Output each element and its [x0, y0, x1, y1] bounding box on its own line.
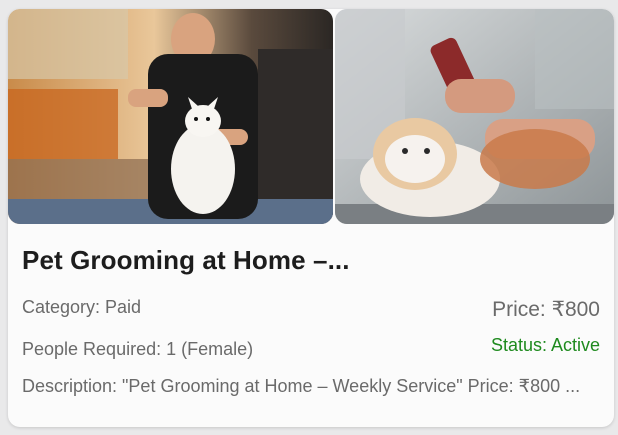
- listing-price: Price: ₹800: [492, 298, 600, 321]
- listing-photo-groomer-with-dog[interactable]: [8, 9, 333, 224]
- listing-image-gallery: [8, 9, 614, 224]
- listing-photo-cat-grooming[interactable]: [335, 9, 614, 224]
- status-badge: Status: Active: [490, 335, 600, 355]
- listing-description: Description: "Pet Grooming at Home – Wee…: [22, 376, 581, 396]
- listing-people-required: People Required: 1 (Female): [22, 339, 254, 359]
- listing-title[interactable]: Pet Grooming at Home –...: [22, 245, 350, 276]
- listing-category: Category: Paid: [22, 297, 142, 317]
- listing-card[interactable]: Pet Grooming at Home –... Category: Paid…: [8, 9, 614, 427]
